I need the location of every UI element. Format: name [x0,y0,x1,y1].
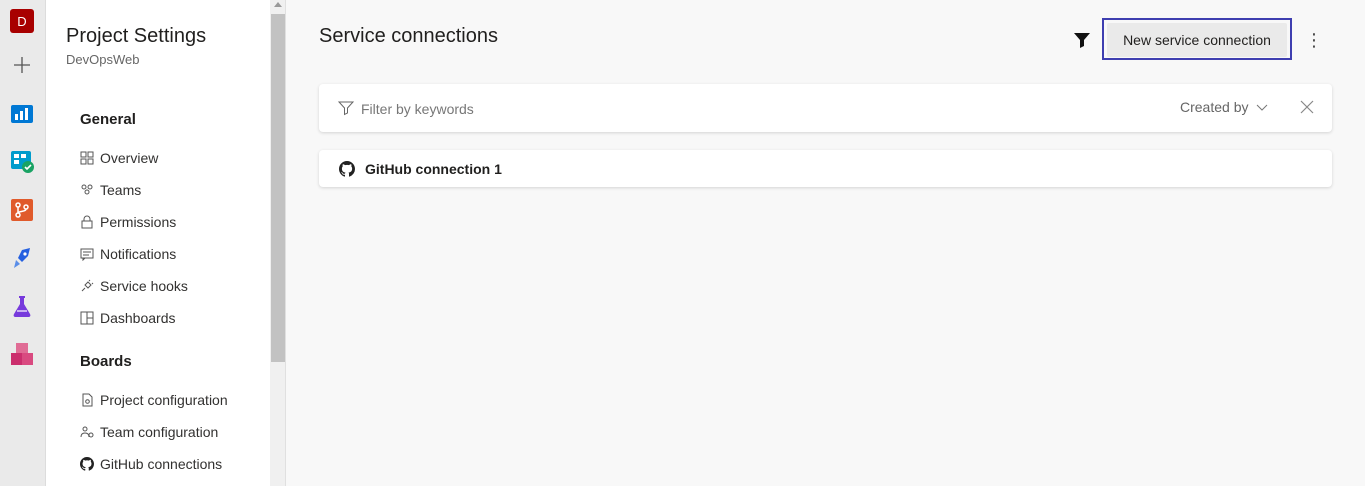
nav-item-label: Dashboards [100,310,176,326]
nav-title: Project Settings [66,25,207,47]
service-connection-row[interactable]: GitHub connection 1 [319,150,1332,187]
pipelines-icon[interactable] [10,246,34,270]
created-by-label: Created by [1180,99,1249,115]
more-options-icon[interactable]: ⋮ [1304,30,1324,50]
overview-icon [80,151,94,165]
filter-bar: Created by [319,84,1332,132]
notification-icon [80,247,94,261]
nav-item-label: Service hooks [100,278,188,294]
lock-icon [80,215,94,229]
new-service-connection-button[interactable]: New service connection [1107,23,1287,57]
section-general: General [80,111,136,128]
nav-item-overview[interactable]: Overview [80,147,158,169]
team-settings-icon [80,425,94,439]
nav-item-label: Teams [100,182,142,198]
teams-icon [80,183,94,197]
connection-name: GitHub connection 1 [365,160,502,177]
nav-item-label: GitHub connections [100,456,223,472]
nav-item-label: Project configuration [100,392,228,408]
document-settings-icon [80,393,94,407]
nav-item-label: Overview [100,150,159,166]
created-by-dropdown[interactable]: Created by [1180,99,1268,115]
filter-keywords-input[interactable] [361,98,961,120]
test-plans-icon[interactable] [10,294,34,318]
scrollbar-thumb[interactable] [271,14,285,362]
github-icon [339,160,355,177]
dashboard-icon [80,311,94,325]
filter-funnel-icon [337,100,355,116]
nav-item-project-configuration[interactable]: Project configuration [80,389,228,411]
organization-avatar[interactable]: D [10,9,34,33]
section-boards: Boards [80,353,132,370]
nav-item-permissions[interactable]: Permissions [80,211,176,233]
chevron-down-icon [1257,104,1268,111]
artifacts-icon[interactable] [10,342,34,366]
nav-item-label: Notifications [100,246,177,262]
nav-item-team-configuration[interactable]: Team configuration [80,421,218,443]
nav-item-notifications[interactable]: Notifications [80,243,176,265]
boards-icon[interactable] [10,149,34,173]
nav-item-service-hooks[interactable]: Service hooks [80,275,188,297]
scroll-up-arrow-icon[interactable] [274,2,282,7]
github-icon [80,457,94,471]
nav-item-label: Permissions [100,214,177,230]
nav-item-github-connections[interactable]: GitHub connections [80,453,222,475]
overview-icon[interactable] [10,102,34,126]
add-icon[interactable] [10,53,34,77]
plug-icon [80,279,94,293]
nav-scrollbar[interactable] [270,0,286,486]
app-rail: D [0,0,46,486]
clear-filter-icon[interactable] [1300,100,1314,114]
repos-icon[interactable] [10,198,34,222]
page-title: Service connections [319,25,498,47]
nav-item-dashboards[interactable]: Dashboards [80,307,176,329]
settings-nav: Project Settings DevOpsWeb General Overv… [46,0,270,486]
org-initial: D [10,9,34,33]
nav-item-teams[interactable]: Teams [80,179,141,201]
filter-icon[interactable] [1072,30,1092,50]
nav-item-label: Team configuration [100,424,219,440]
project-name: DevOpsWeb [66,52,140,67]
